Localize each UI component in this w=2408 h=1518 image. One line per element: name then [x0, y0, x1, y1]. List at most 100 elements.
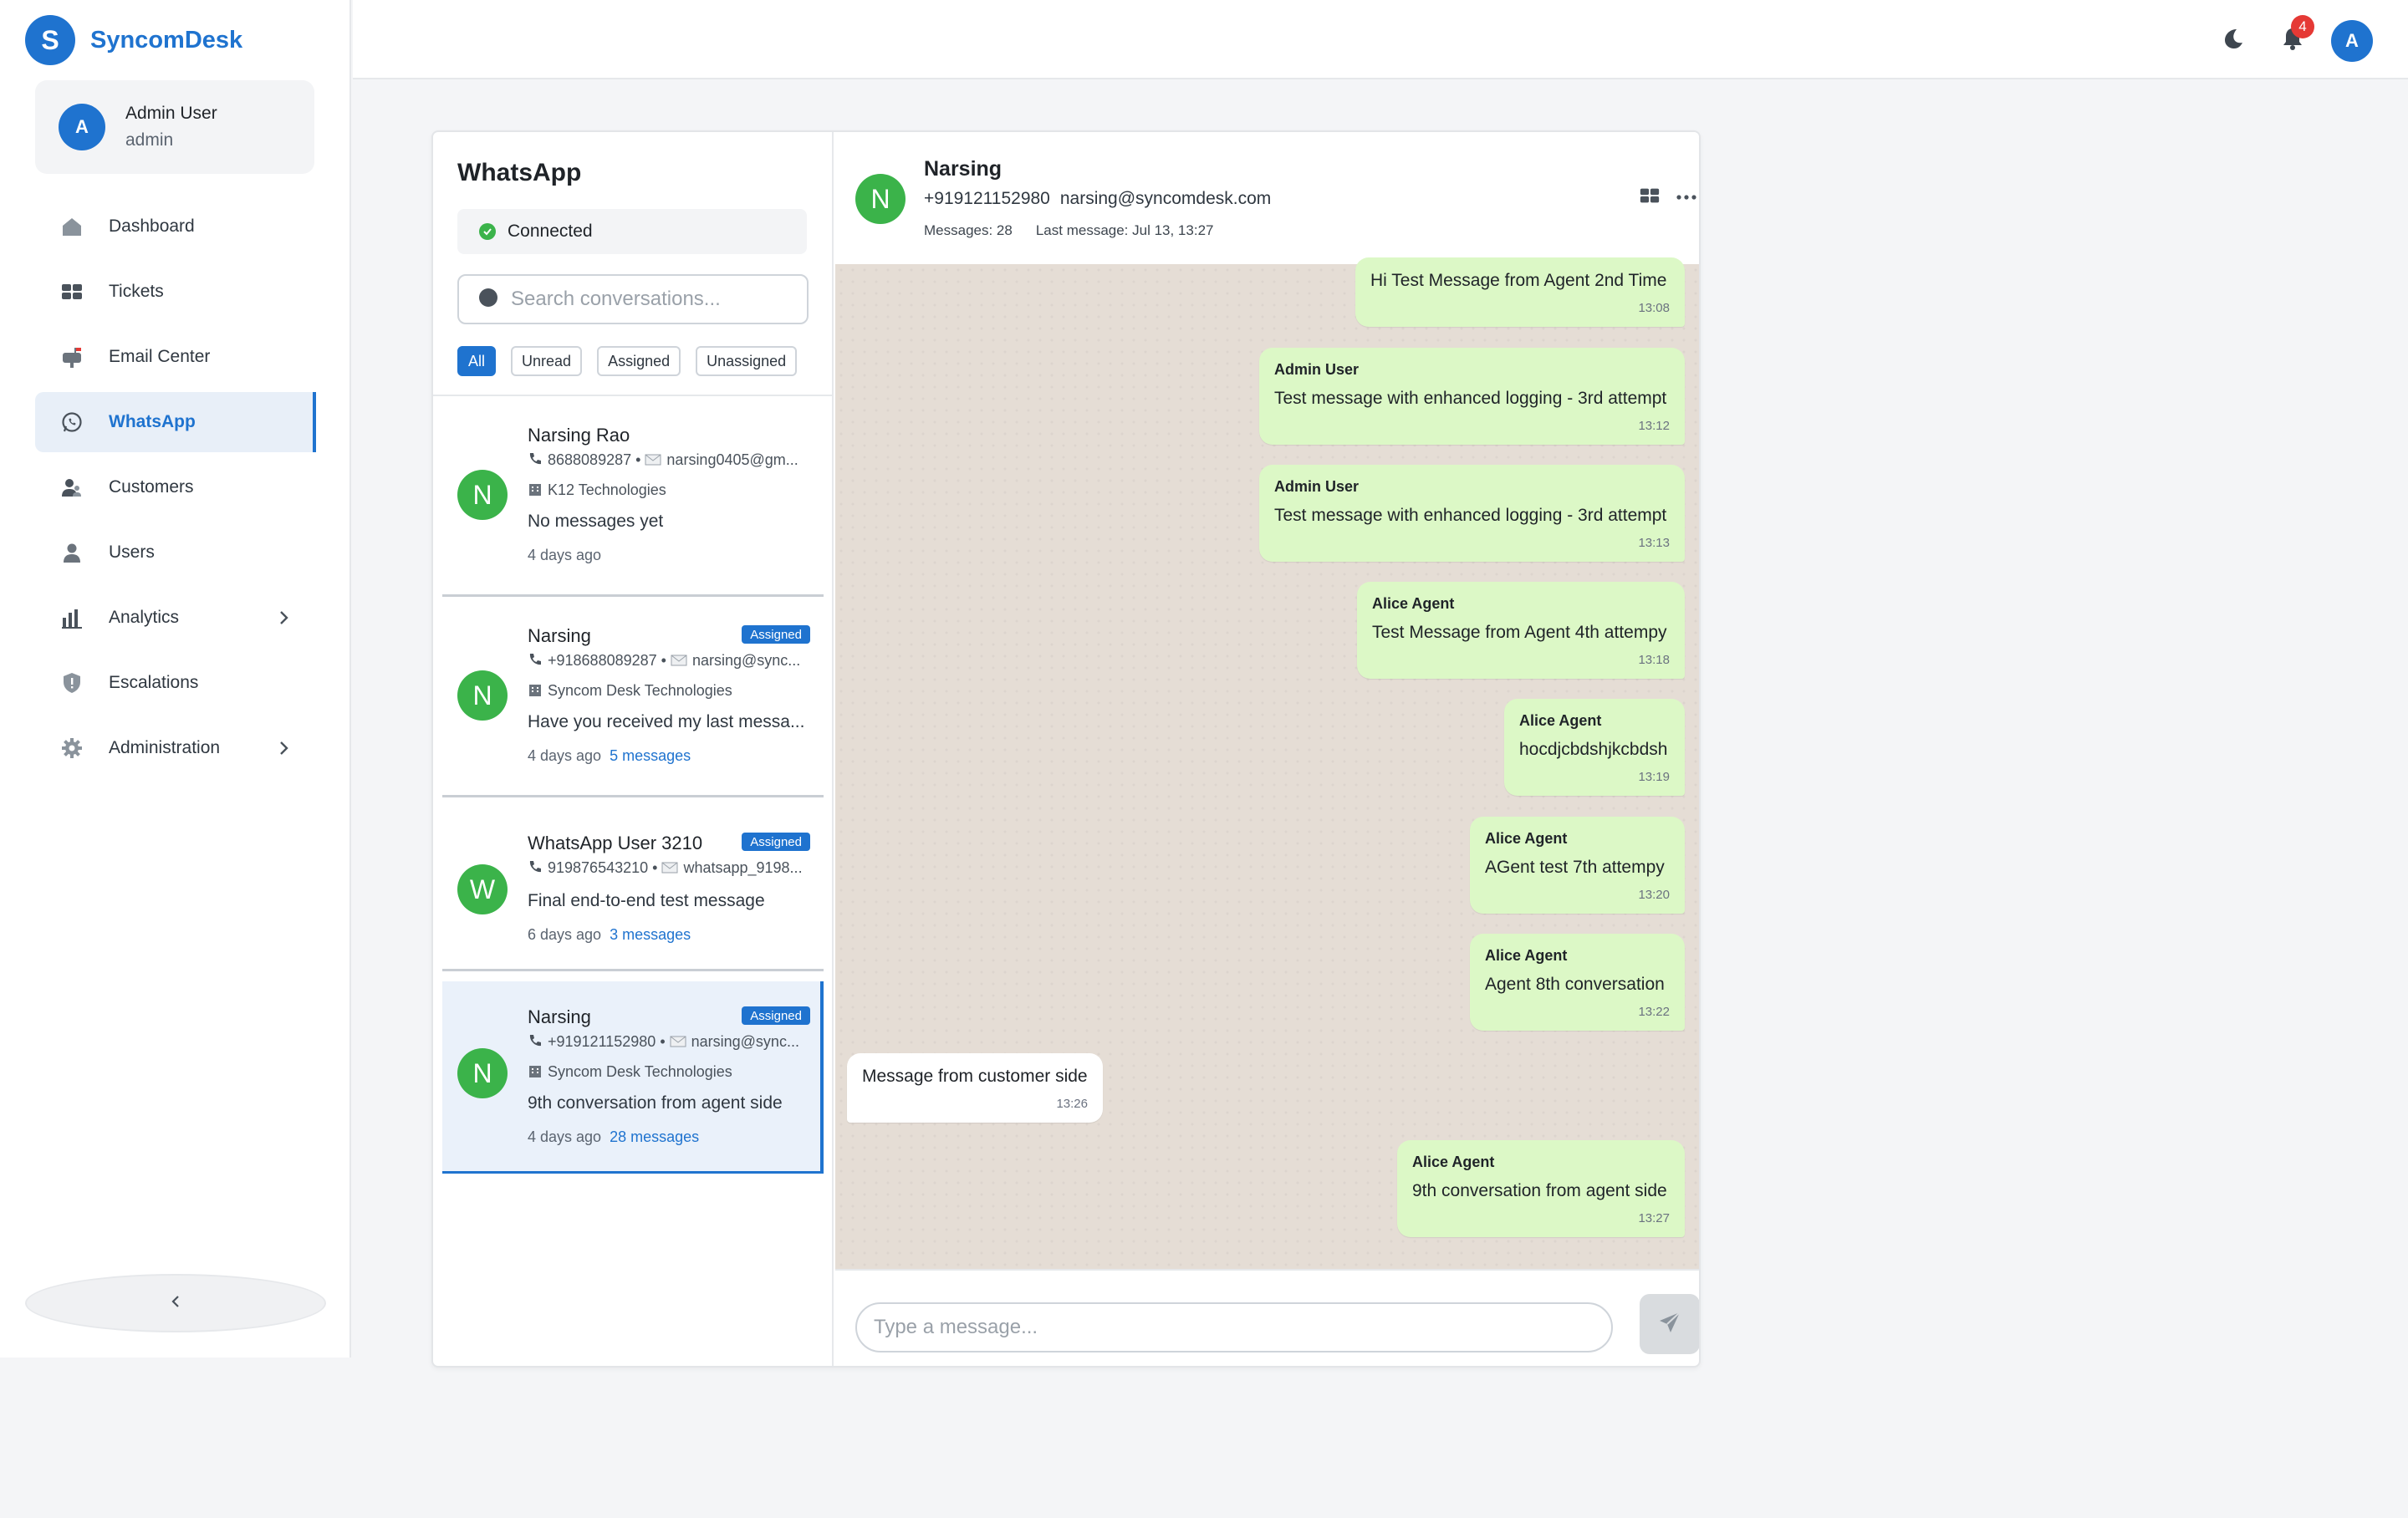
list-item[interactable]: N Narsing Assigned +918688089287 • narsi… [442, 597, 824, 797]
list-item[interactable]: W WhatsApp User 3210 Assigned 9198765432… [442, 797, 824, 971]
avatar[interactable]: A [2331, 20, 2373, 62]
message-count-link[interactable]: 5 messages [610, 747, 691, 764]
sidebar-item-tickets[interactable]: Tickets [35, 262, 316, 322]
filter-unassigned[interactable]: Unassigned [696, 346, 798, 376]
envelope-icon [645, 453, 661, 471]
sidebar-nav: Dashboard Tickets Email Center WhatsApp … [35, 196, 316, 783]
phone-icon [528, 652, 543, 671]
mailbox-icon [60, 345, 84, 369]
message-text: Test Message from Agent 4th attempy [1372, 623, 1667, 642]
sidebar-item-label: WhatsApp [109, 412, 196, 431]
sidebar-item-administration[interactable]: Administration [35, 718, 316, 778]
conversation-details: WhatsApp User 3210 Assigned 919876543210… [528, 833, 810, 944]
conversation-company-row: K12 Technologies [528, 481, 810, 503]
message-time: 13:12 [1638, 419, 1670, 433]
collapse-sidebar-button[interactable] [25, 1274, 326, 1332]
chat-header: N Narsing +919121152980 narsing@syncomdes… [835, 132, 1699, 264]
conversation-email: narsing@sync... [691, 652, 801, 669]
conversation-contact: +919121152980 • narsing@sync... [528, 1033, 810, 1057]
conversation-email: narsing0405@gm... [666, 451, 798, 468]
sidebar-item-escalations[interactable]: Escalations [35, 653, 316, 713]
message-input[interactable] [855, 1302, 1613, 1352]
message-time: 13:08 [1638, 301, 1670, 315]
tickets-icon [60, 280, 84, 303]
building-icon [528, 481, 543, 501]
chevron-left-icon [168, 1292, 183, 1315]
sidebar-item-label: Customers [109, 477, 194, 497]
conversation-company-row: Syncom Desk Technologies [528, 682, 810, 704]
sidebar-item-whatsapp[interactable]: WhatsApp [35, 392, 316, 452]
status-badge: Assigned [742, 833, 810, 851]
moon-icon [2220, 26, 2245, 55]
message-time: 13:26 [1056, 1097, 1088, 1111]
user-profile-card[interactable]: A Admin User admin [35, 80, 314, 174]
conversation-email: narsing@sync... [691, 1033, 799, 1050]
user-info: Admin User admin [125, 104, 217, 150]
conversation-preview: No messages yet [528, 512, 664, 531]
message-text: 9th conversation from agent side [1412, 1181, 1667, 1200]
shield-icon [60, 671, 84, 695]
message-text: Test message with enhanced logging - 3rd… [1274, 389, 1667, 408]
message-bubble-outgoing: Alice Agent 9th conversation from agent … [1397, 1140, 1685, 1237]
search-input[interactable] [511, 288, 795, 311]
home-icon [60, 215, 84, 238]
sidebar-item-email-center[interactable]: Email Center [35, 327, 316, 387]
message-bubble-outgoing: Alice Agent Agent 8th conversation 13:22 [1470, 934, 1685, 1031]
connection-status: Connected [457, 209, 807, 254]
conversation-details: Narsing Assigned +918688089287 • narsing… [528, 625, 810, 765]
building-icon [528, 682, 543, 701]
brand-logo: S [25, 15, 75, 65]
conversation-name: Narsing Rao [528, 425, 630, 446]
user-icon [60, 541, 84, 564]
conversation-list: N Narsing Rao 8688089287 • narsing0405@g… [442, 396, 824, 1174]
message-time: 13:19 [1638, 770, 1670, 784]
user-name: Admin User [125, 104, 217, 123]
message-text: Hi Test Message from Agent 2nd Time [1370, 271, 1667, 290]
chat-pane: N Narsing +919121152980 narsing@syncomdes… [835, 132, 1699, 1366]
send-button[interactable] [1640, 1294, 1699, 1354]
list-item-selected[interactable]: N Narsing Assigned +919121152980 • narsi… [442, 981, 824, 1174]
message-sender: Alice Agent [1485, 830, 1568, 847]
conversation-contact: 8688089287 • narsing0405@gm... [528, 451, 810, 475]
tickets-button[interactable] [1636, 184, 1663, 211]
more-horizontal-icon [1676, 190, 1697, 205]
message-sender: Alice Agent [1485, 947, 1568, 964]
message-time: 13:13 [1638, 536, 1670, 550]
message-text: Message from customer side [862, 1067, 1088, 1086]
status-badge: Assigned [742, 625, 810, 644]
chat-contact-phone: +919121152980 [924, 189, 1050, 208]
filter-assigned[interactable]: Assigned [597, 346, 681, 376]
sidebar-item-analytics[interactable]: Analytics [35, 588, 316, 648]
conversation-details: Narsing Assigned +919121152980 • narsing… [528, 1006, 810, 1146]
message-bubble-outgoing: Hi Test Message from Agent 2nd Time 13:0… [1355, 257, 1685, 327]
conversation-preview: 9th conversation from agent side [528, 1093, 783, 1113]
tickets-icon [1639, 185, 1661, 211]
more-options-button[interactable] [1673, 184, 1699, 211]
filter-all[interactable]: All [457, 346, 497, 376]
avatar: A [59, 104, 105, 150]
message-sender: Alice Agent [1412, 1154, 1495, 1170]
conversation-time-row: 4 days ago 5 messages [528, 747, 810, 765]
conversation-preview: Have you received my last messa... [528, 712, 805, 731]
message-thread: Hi Test Message from Agent 2nd Time 13:0… [835, 257, 1699, 1366]
message-count-link[interactable]: 28 messages [610, 1128, 699, 1145]
phone-icon [528, 451, 543, 471]
dark-mode-toggle[interactable] [2217, 25, 2247, 55]
sidebar-item-dashboard[interactable]: Dashboard [35, 196, 316, 257]
sidebar-item-customers[interactable]: Customers [35, 457, 316, 517]
conversation-company: Syncom Desk Technologies [548, 682, 732, 699]
brand[interactable]: S SyncomDesk [25, 15, 242, 65]
conversation-phone: 8688089287 [548, 451, 632, 468]
list-item[interactable]: N Narsing Rao 8688089287 • narsing0405@g… [442, 396, 824, 597]
message-count-link[interactable]: 3 messages [610, 926, 691, 943]
sidebar-item-users[interactable]: Users [35, 522, 316, 583]
search-box [457, 274, 809, 324]
filter-unread[interactable]: Unread [511, 346, 583, 376]
sidebar-item-label: Users [109, 543, 155, 562]
search-icon [477, 287, 499, 313]
message-sender: Admin User [1274, 478, 1360, 495]
avatar: N [457, 470, 508, 520]
user-role: admin [125, 130, 174, 150]
conversation-contact: 919876543210 • whatsapp_9198... [528, 859, 810, 883]
status-badge: Assigned [742, 1006, 810, 1025]
